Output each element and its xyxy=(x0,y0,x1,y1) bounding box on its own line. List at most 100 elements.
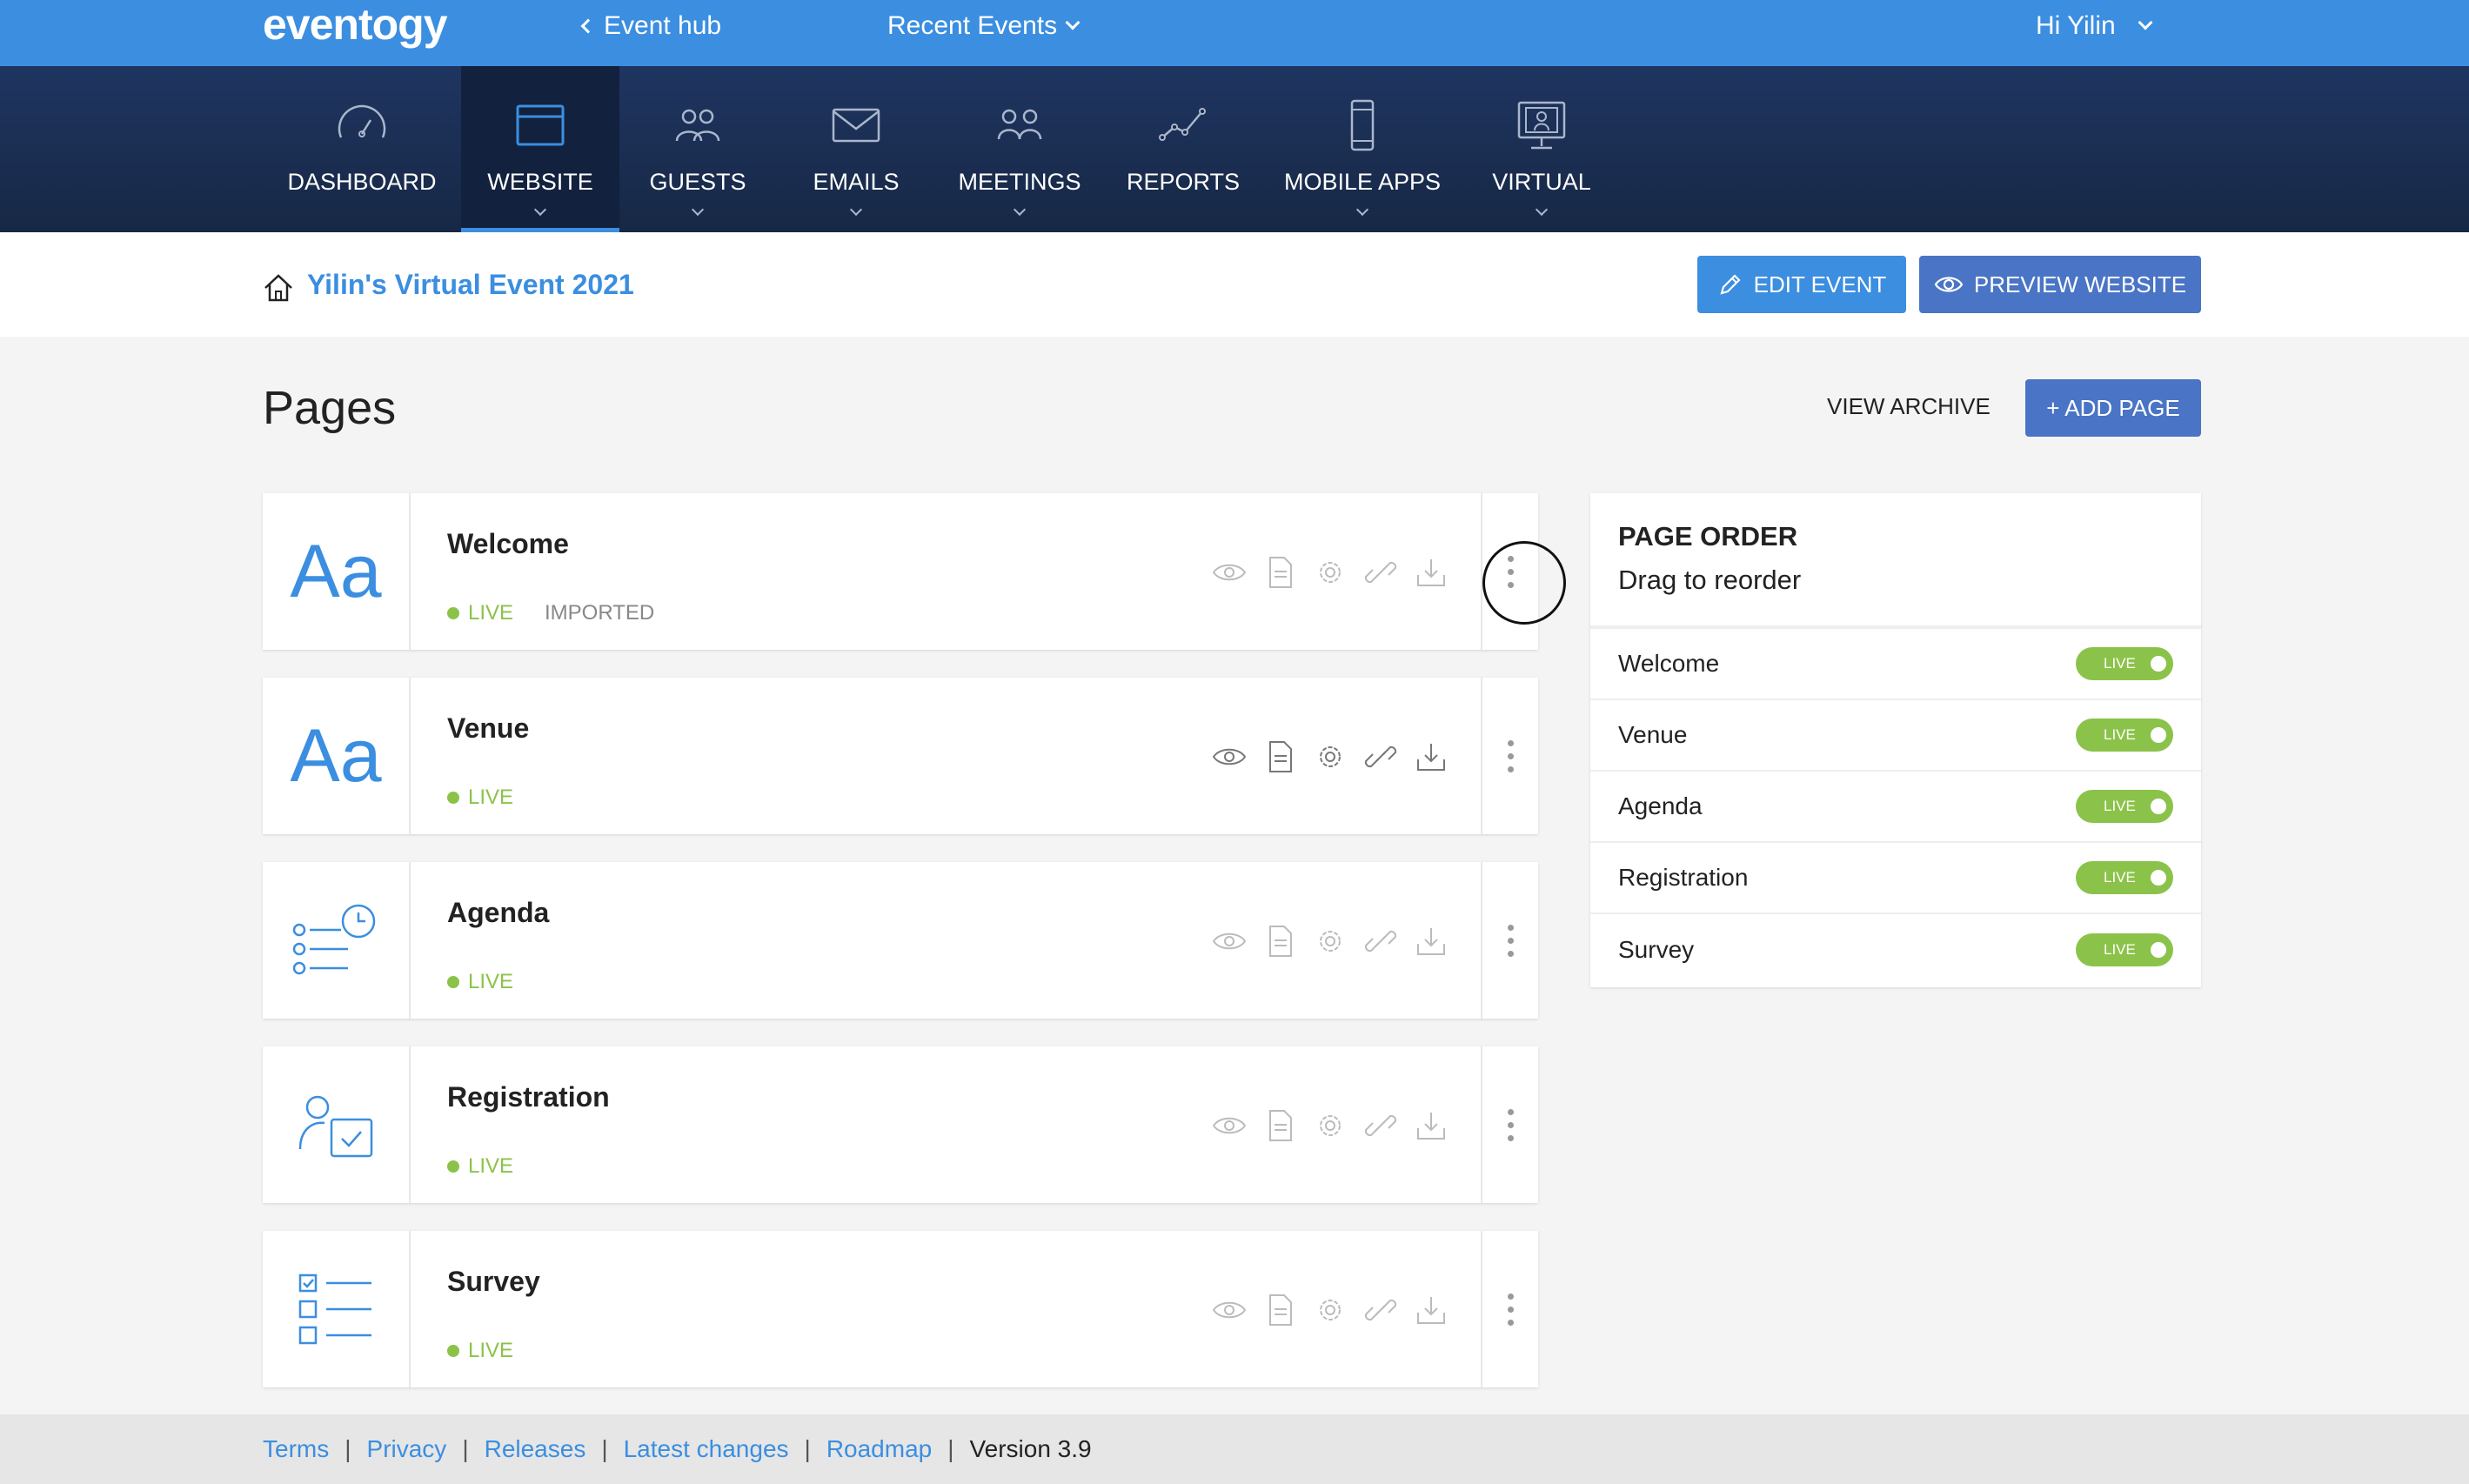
footer-separator: | xyxy=(345,1435,351,1462)
eye-icon[interactable] xyxy=(1211,1292,1248,1328)
page-card[interactable]: Survey LIVE xyxy=(263,1231,1538,1387)
chevron-down-icon xyxy=(691,203,705,217)
link-icon[interactable] xyxy=(1362,1292,1399,1328)
page-card[interactable]: Aa Venue LIVE xyxy=(263,678,1538,834)
page-order-row[interactable]: Registration LIVE xyxy=(1590,843,2201,914)
event-header: Yilin's Virtual Event 2021 EDIT EVENT PR… xyxy=(0,232,2469,337)
link-icon[interactable] xyxy=(1362,554,1399,591)
page-thumbnail xyxy=(263,1046,411,1203)
download-tray-icon[interactable] xyxy=(1413,554,1449,591)
live-toggle[interactable]: LIVE xyxy=(2076,647,2173,680)
document-icon[interactable] xyxy=(1261,923,1298,959)
page-order-name: Welcome xyxy=(1618,650,1720,677)
nav-emails[interactable]: EMAILS xyxy=(786,66,926,232)
page-order-row[interactable]: Welcome LIVE xyxy=(1590,629,2201,700)
eye-icon[interactable] xyxy=(1211,739,1248,775)
live-toggle[interactable]: LIVE xyxy=(2076,933,2173,966)
roadmap-link[interactable]: Roadmap xyxy=(826,1435,932,1463)
recent-events-label: Recent Events xyxy=(887,11,1058,40)
cursor-highlight xyxy=(1482,541,1566,625)
user-menu[interactable]: Hi Yilin xyxy=(2036,0,2153,52)
registration-icon xyxy=(298,1095,373,1158)
live-toggle[interactable]: LIVE xyxy=(2076,790,2173,823)
nav-mobile-apps[interactable]: MOBILE APPS xyxy=(1279,66,1446,232)
footer: Terms | Privacy | Releases | Latest chan… xyxy=(0,1414,2469,1484)
event-title[interactable]: Yilin's Virtual Event 2021 xyxy=(307,269,634,301)
document-icon[interactable] xyxy=(1261,1292,1298,1328)
page-card[interactable]: Registration LIVE xyxy=(263,1046,1538,1203)
page-card[interactable]: Aa Welcome LIVE IMPORTED xyxy=(263,493,1538,650)
document-icon[interactable] xyxy=(1261,554,1298,591)
recent-events-dropdown[interactable]: Recent Events xyxy=(887,0,1081,52)
add-page-button[interactable]: + ADD PAGE xyxy=(2025,379,2201,437)
nav-label: DASHBOARD xyxy=(287,169,437,195)
download-tray-icon[interactable] xyxy=(1413,923,1449,959)
more-options-icon[interactable] xyxy=(1481,1231,1538,1387)
page-thumbnail xyxy=(263,1231,411,1387)
nav-virtual[interactable]: VIRTUAL xyxy=(1470,66,1613,232)
page-order-title: PAGE ORDER xyxy=(1618,521,1798,551)
event-hub-link[interactable]: Event hub xyxy=(580,0,721,52)
gear-icon[interactable] xyxy=(1312,554,1348,591)
chevron-down-icon xyxy=(849,203,863,217)
link-icon[interactable] xyxy=(1362,1107,1399,1144)
gear-icon[interactable] xyxy=(1312,923,1348,959)
more-options-icon[interactable] xyxy=(1481,1046,1538,1203)
page-order-row[interactable]: Survey LIVE xyxy=(1590,914,2201,986)
live-toggle[interactable]: LIVE xyxy=(2076,719,2173,752)
page-order-header: PAGE ORDER Drag to reorder xyxy=(1590,493,2201,629)
releases-link[interactable]: Releases xyxy=(485,1435,586,1463)
eye-icon[interactable] xyxy=(1211,923,1248,959)
people-icon xyxy=(675,109,720,142)
live-dot-icon xyxy=(447,607,459,619)
page-card[interactable]: Agenda LIVE xyxy=(263,862,1538,1019)
nav-label: MEETINGS xyxy=(958,169,1081,195)
page-order-row[interactable]: Venue LIVE xyxy=(1590,700,2201,772)
more-options-icon[interactable] xyxy=(1481,862,1538,1019)
chevron-down-icon xyxy=(2138,15,2153,30)
footer-separator: | xyxy=(462,1435,469,1462)
footer-separator: | xyxy=(804,1435,811,1462)
nav-reports[interactable]: REPORTS xyxy=(1114,66,1253,232)
page-actions xyxy=(1211,1292,1449,1328)
page-order-panel: PAGE ORDER Drag to reorder Welcome LIVE … xyxy=(1590,493,2201,987)
nav-dashboard[interactable]: DASHBOARD xyxy=(278,66,445,232)
status-label: LIVE xyxy=(468,785,514,809)
link-icon[interactable] xyxy=(1362,923,1399,959)
page-order-name: Agenda xyxy=(1618,792,1703,819)
document-icon[interactable] xyxy=(1261,739,1298,775)
pencil-icon xyxy=(1720,274,1741,295)
browser-window-icon xyxy=(516,104,565,146)
more-options-icon[interactable] xyxy=(1481,678,1538,834)
meeting-people-icon xyxy=(997,109,1042,140)
chevron-down-icon xyxy=(1535,203,1549,217)
latest-changes-link[interactable]: Latest changes xyxy=(624,1435,789,1463)
download-tray-icon[interactable] xyxy=(1413,739,1449,775)
privacy-link[interactable]: Privacy xyxy=(367,1435,447,1463)
edit-event-button[interactable]: EDIT EVENT xyxy=(1697,256,1906,313)
page-thumbnail xyxy=(263,862,411,1019)
status-badge: LIVE xyxy=(447,1154,513,1179)
nav-meetings[interactable]: MEETINGS xyxy=(948,66,1091,232)
page-order-subtitle: Drag to reorder xyxy=(1618,565,1802,595)
eye-icon[interactable] xyxy=(1211,554,1248,591)
gear-icon[interactable] xyxy=(1312,739,1348,775)
home-icon[interactable] xyxy=(263,273,294,303)
download-tray-icon[interactable] xyxy=(1413,1292,1449,1328)
nav-website[interactable]: WEBSITE xyxy=(461,66,619,232)
download-tray-icon[interactable] xyxy=(1413,1107,1449,1144)
page-actions xyxy=(1211,1107,1449,1144)
live-toggle[interactable]: LIVE xyxy=(2076,861,2173,894)
document-icon[interactable] xyxy=(1261,1107,1298,1144)
terms-link[interactable]: Terms xyxy=(263,1435,329,1463)
view-archive-link[interactable]: VIEW ARCHIVE xyxy=(1827,393,1991,420)
preview-website-button[interactable]: PREVIEW WEBSITE xyxy=(1919,256,2201,313)
gear-icon[interactable] xyxy=(1312,1292,1348,1328)
link-icon[interactable] xyxy=(1362,739,1399,775)
chevron-left-icon xyxy=(580,18,596,34)
nav-guests[interactable]: GUESTS xyxy=(626,66,769,232)
eye-icon[interactable] xyxy=(1211,1107,1248,1144)
gear-icon[interactable] xyxy=(1312,1107,1348,1144)
eventogy-logo[interactable]: eventogy xyxy=(263,0,448,49)
page-order-row[interactable]: Agenda LIVE xyxy=(1590,772,2201,843)
